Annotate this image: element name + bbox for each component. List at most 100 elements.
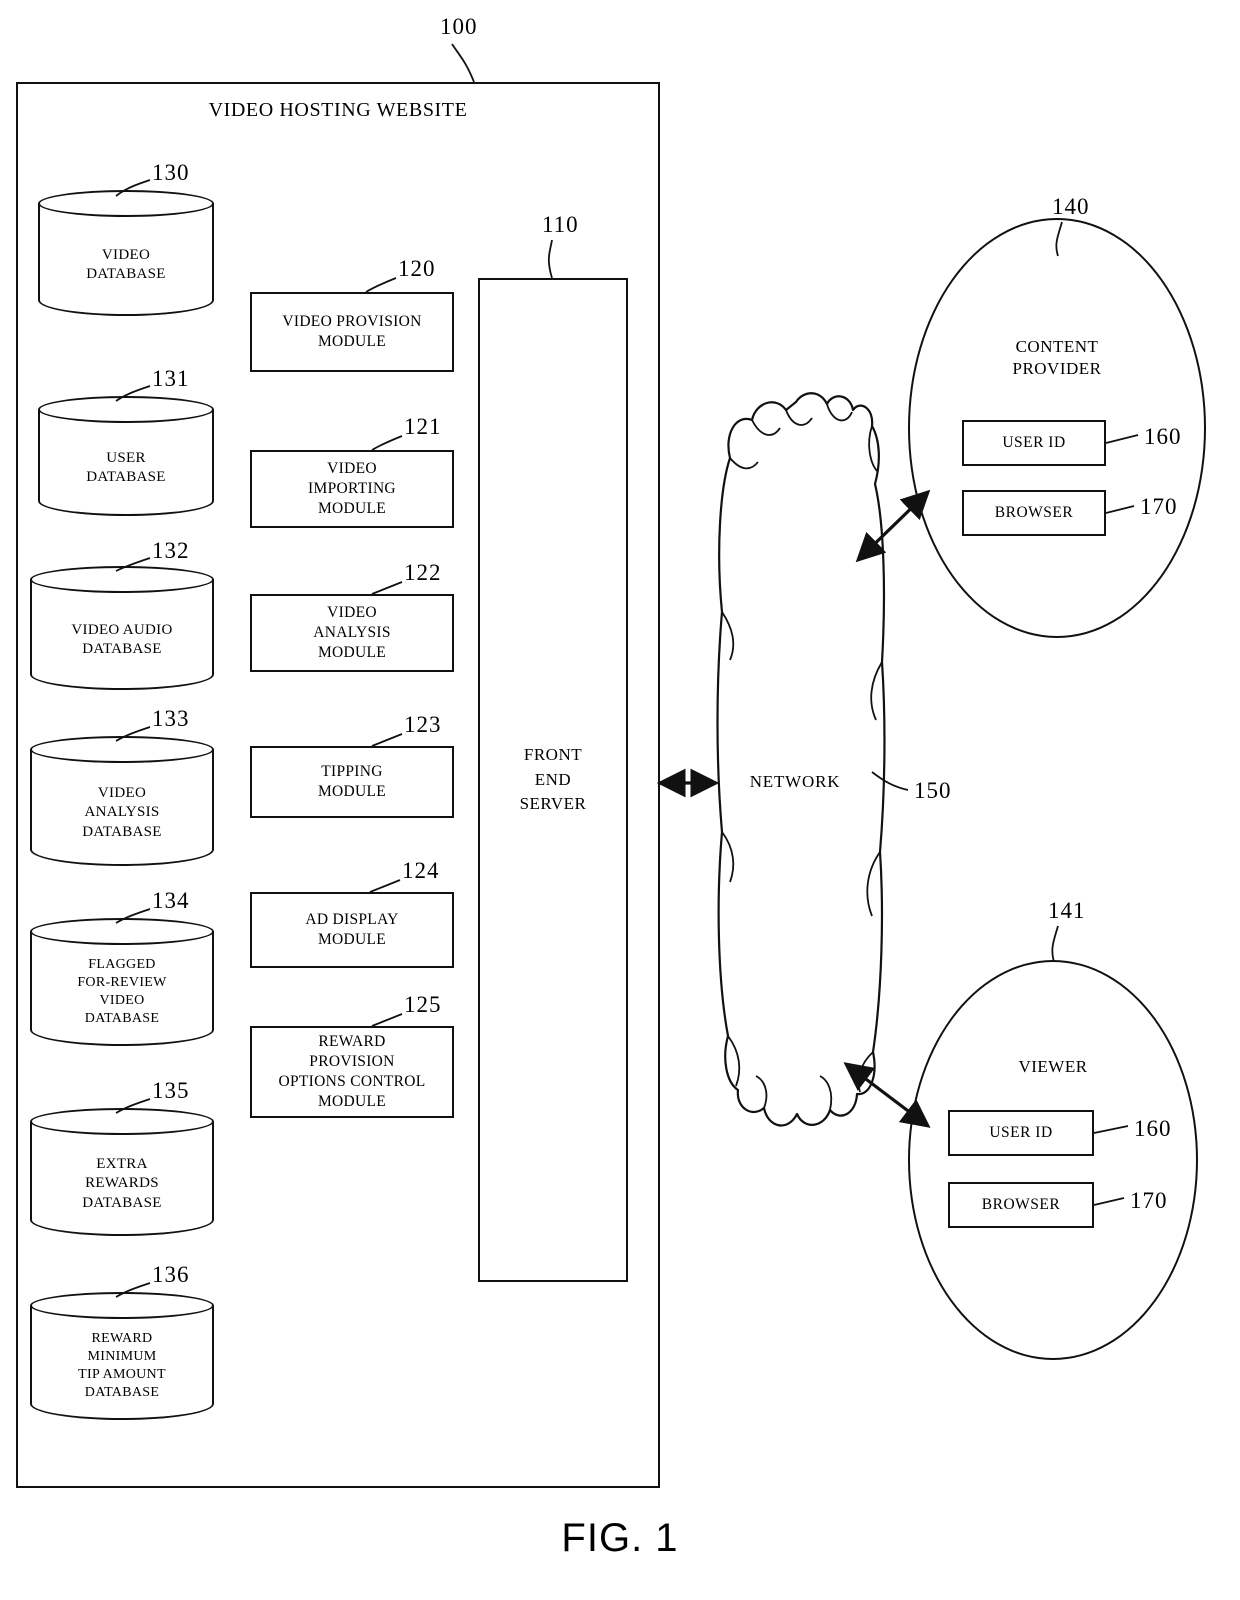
content-provider-browser-box: BROWSER	[962, 490, 1106, 536]
ref-numeral-124: 124	[402, 858, 440, 883]
flagged-for-review-video-database-cylinder: FLAGGED FOR-REVIEW VIDEO DATABASE	[30, 918, 214, 1046]
db-line: VIDEO	[101, 246, 151, 263]
module-line: MODULE	[317, 931, 387, 948]
ref-numeral-160-viewer: 160	[1134, 1116, 1172, 1141]
video-audio-database-cylinder: VIDEO AUDIO DATABASE	[30, 566, 214, 690]
module-line: ANALYSIS	[313, 623, 391, 641]
video-database-label: VIDEO DATABASE	[38, 220, 214, 310]
network-cloud-shape	[700, 392, 890, 1192]
ref-numeral-170-viewer: 170	[1130, 1188, 1168, 1213]
module-line: AD DISPLAY	[305, 910, 399, 928]
db-line: DATABASE	[84, 1010, 160, 1026]
extra-rewards-database-label: EXTRA REWARDS DATABASE	[30, 1138, 214, 1230]
browser-label: BROWSER	[981, 1196, 1061, 1213]
module-line: VIDEO PROVISION	[282, 312, 422, 330]
db-line: DATABASE	[86, 266, 166, 282]
db-line: VIDEO	[97, 785, 147, 802]
cylinder-top-ellipse	[30, 1108, 214, 1135]
db-line: VIDEO	[99, 993, 145, 1008]
ref-numeral-140: 140	[1052, 194, 1090, 219]
ref-numeral-110: 110	[542, 212, 579, 237]
cylinder-top-ellipse	[30, 1292, 214, 1319]
viewer-user-id-box: USER ID	[948, 1110, 1094, 1156]
cylinder-top-ellipse	[38, 396, 214, 423]
fes-line: END	[534, 769, 572, 789]
ref-numeral-130: 130	[152, 160, 190, 185]
cylinder-top-ellipse	[38, 190, 214, 217]
cylinder-top-ellipse	[30, 566, 214, 593]
video-importing-module-box: VIDEO IMPORTING MODULE	[250, 450, 454, 528]
ref-numeral-123: 123	[404, 712, 442, 737]
module-line: VIDEO	[327, 459, 377, 477]
figure-caption: FIG. 1	[561, 1516, 679, 1560]
module-line: REWARD	[318, 1032, 386, 1050]
db-line: VIDEO AUDIO	[71, 621, 173, 638]
module-line: MODULE	[317, 783, 387, 800]
module-line: MODULE	[317, 333, 387, 350]
ref-numeral-141: 141	[1048, 898, 1086, 923]
reward-minimum-tip-amount-database-cylinder: REWARD MINIMUM TIP AMOUNT DATABASE	[30, 1292, 214, 1420]
db-line: TIP AMOUNT	[78, 1367, 166, 1382]
ref-numeral-132: 132	[152, 538, 190, 563]
browser-label: BROWSER	[994, 504, 1074, 521]
viewer-title: VIEWER	[908, 1056, 1198, 1078]
db-line: FOR-REVIEW	[77, 975, 167, 991]
leader-100	[451, 43, 475, 83]
db-line: REWARDS	[85, 1175, 159, 1192]
reward-minimum-tip-amount-database-label: REWARD MINIMUM TIP AMOUNT DATABASE	[30, 1318, 214, 1414]
ref-numeral-150: 150	[914, 778, 952, 803]
module-line: PROVISION	[309, 1052, 395, 1070]
viewer-browser-box: BROWSER	[948, 1182, 1094, 1228]
leader-141	[1051, 925, 1059, 963]
db-line: USER	[106, 449, 146, 466]
page-title: VIDEO HOSTING WEBSITE	[208, 99, 468, 121]
video-analysis-database-label: VIDEO ANALYSIS DATABASE	[30, 766, 214, 860]
fes-line: FRONT	[523, 745, 583, 765]
network-label: NETWORK	[749, 772, 841, 791]
db-line: DATABASE	[82, 1194, 162, 1211]
db-line: ANALYSIS	[84, 804, 160, 821]
db-line: DATABASE	[86, 469, 166, 485]
front-end-server-label: FRONT END SERVER	[480, 743, 626, 817]
patent-figure-1: VIDEO HOSTING WEBSITE 100 VIDEO DATABASE…	[0, 0, 1240, 1600]
ref-numeral-170-content-provider: 170	[1140, 494, 1178, 519]
content-provider-user-id-box: USER ID	[962, 420, 1106, 466]
tipping-module-box: TIPPING MODULE	[250, 746, 454, 818]
ref-numeral-160-content-provider: 160	[1144, 424, 1182, 449]
ref-numeral-121: 121	[404, 414, 442, 439]
module-line: OPTIONS CONTROL	[278, 1073, 426, 1090]
video-database-cylinder: VIDEO DATABASE	[38, 190, 214, 316]
db-line: REWARD	[91, 1331, 153, 1347]
endpoint-title-line: PROVIDER	[1012, 359, 1102, 379]
ref-numeral-133: 133	[152, 706, 190, 731]
module-line: VIDEO	[327, 603, 377, 621]
ref-numeral-120: 120	[398, 256, 436, 281]
ref-numeral-100: 100	[440, 14, 478, 39]
video-audio-database-label: VIDEO AUDIO DATABASE	[30, 596, 214, 684]
module-line: IMPORTING	[308, 479, 396, 497]
db-line: DATABASE	[82, 641, 162, 657]
content-provider-title: CONTENT PROVIDER	[908, 336, 1206, 380]
flagged-for-review-video-database-label: FLAGGED FOR-REVIEW VIDEO DATABASE	[30, 944, 214, 1040]
cylinder-top-ellipse	[30, 918, 214, 945]
ref-numeral-134: 134	[152, 888, 190, 913]
video-provision-module-box: VIDEO PROVISION MODULE	[250, 292, 454, 372]
ref-numeral-136: 136	[152, 1262, 190, 1287]
viewer-ellipse	[908, 960, 1198, 1360]
video-analysis-database-cylinder: VIDEO ANALYSIS DATABASE	[30, 736, 214, 866]
video-analysis-module-box: VIDEO ANALYSIS MODULE	[250, 594, 454, 672]
user-id-label: USER ID	[989, 1124, 1053, 1141]
user-id-label: USER ID	[1002, 434, 1066, 451]
reward-provision-options-control-module-box: REWARD PROVISION OPTIONS CONTROL MODULE	[250, 1026, 454, 1118]
ref-numeral-131: 131	[152, 366, 190, 391]
user-database-cylinder: USER DATABASE	[38, 396, 214, 516]
module-line: TIPPING	[321, 762, 383, 780]
db-line: FLAGGED	[88, 957, 156, 973]
front-end-server-box: FRONT END SERVER	[478, 278, 628, 1282]
db-line: EXTRA	[96, 1156, 148, 1173]
module-line: MODULE	[317, 500, 387, 518]
user-database-label: USER DATABASE	[38, 426, 214, 510]
endpoint-title-line: VIEWER	[1018, 1057, 1088, 1076]
endpoint-title-line: CONTENT	[1015, 337, 1099, 356]
db-line: MINIMUM	[87, 1349, 157, 1365]
